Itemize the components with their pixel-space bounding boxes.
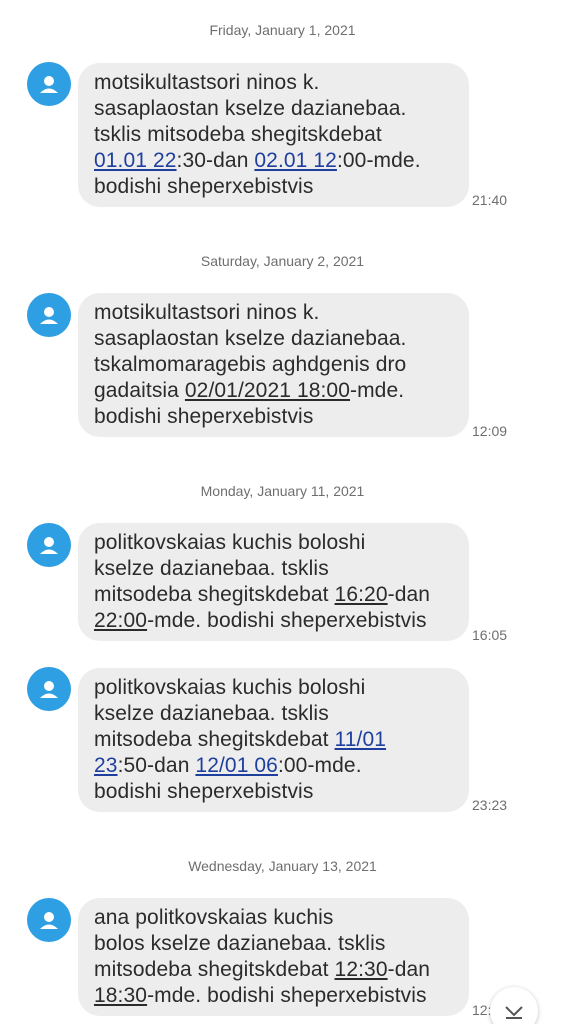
message-line: kselze dazianebaa. tsklis bbox=[94, 556, 453, 582]
message-line: mitsodeba shegitskdebat 16:20-dan bbox=[94, 582, 453, 608]
message-text: kselze dazianebaa. tsklis bbox=[94, 557, 329, 580]
message-bubble[interactable]: politkovskaias kuchis boloshi kselze dazi… bbox=[78, 668, 469, 812]
message-line: ana politkovskaias kuchis bbox=[94, 905, 453, 931]
sender-avatar[interactable] bbox=[27, 293, 71, 337]
message-text: bolos kselze dazianebaa. tsklis bbox=[94, 932, 386, 955]
date-separator: Wednesday, January 13, 2021 bbox=[188, 858, 377, 874]
message-line: bolos kselze dazianebaa. tsklis bbox=[94, 931, 453, 957]
message-text: kselze dazianebaa. tsklis bbox=[94, 702, 329, 725]
message-timestamp: 16:05 bbox=[472, 627, 508, 643]
datetime-link[interactable]: 12/01 06 bbox=[195, 754, 278, 777]
message-text: sasaplaostan kselze dazianebaa. bbox=[94, 327, 407, 350]
message-timestamp: 12:09 bbox=[472, 423, 508, 439]
person-icon bbox=[40, 912, 58, 929]
datetime-link[interactable]: 22:00 bbox=[94, 609, 147, 632]
sender-avatar[interactable] bbox=[27, 667, 71, 711]
message-line: 18:30-mde. bodishi sheperxebistvis bbox=[94, 983, 453, 1009]
message-line: bodishi sheperxebistvis bbox=[94, 779, 453, 805]
message-text: gadaitsia bbox=[94, 379, 185, 402]
message-text: -dan bbox=[387, 583, 431, 606]
datetime-link[interactable]: 16:20 bbox=[335, 583, 388, 606]
message-bubble[interactable]: politkovskaias kuchis boloshi kselze dazi… bbox=[78, 523, 469, 641]
message-line: sasaplaostan kselze dazianebaa. bbox=[94, 96, 453, 122]
message-text: bodishi sheperxebistvis bbox=[94, 405, 314, 428]
message-timestamp: 23:23 bbox=[472, 797, 508, 813]
message-line: tsklis mitsodeba shegitskdebat bbox=[94, 122, 453, 148]
message-text: motsikultastsori ninos k. bbox=[94, 301, 320, 324]
scroll-to-bottom-button[interactable] bbox=[490, 987, 538, 1024]
message-line: bodishi sheperxebistvis bbox=[94, 174, 453, 200]
chevron-down-icon bbox=[505, 1006, 523, 1019]
message-line: motsikultastsori ninos k. bbox=[94, 300, 453, 326]
message-bubble[interactable]: ana politkovskaias kuchis bolos kselze da… bbox=[78, 898, 469, 1016]
message-text: mitsodeba shegitskdebat bbox=[94, 583, 335, 606]
message-text: -mde. bodishi sheperxebistvis bbox=[147, 609, 427, 632]
sender-avatar[interactable] bbox=[27, 898, 71, 942]
datetime-link[interactable]: 23 bbox=[94, 754, 118, 777]
message-line: mitsodeba shegitskdebat 11/01 bbox=[94, 727, 453, 753]
message-text: bodishi sheperxebistvis bbox=[94, 780, 314, 803]
date-separator: Friday, January 1, 2021 bbox=[209, 22, 356, 38]
datetime-link[interactable]: 01.01 22 bbox=[94, 149, 177, 172]
message-line: politkovskaias kuchis boloshi bbox=[94, 530, 453, 556]
datetime-link[interactable]: 18:30 bbox=[94, 984, 147, 1007]
message-text: politkovskaias kuchis boloshi bbox=[94, 676, 366, 699]
message-line: 22:00-mde. bodishi sheperxebistvis bbox=[94, 608, 453, 634]
message-text: :00-mde. bbox=[277, 754, 362, 777]
message-line: motsikultastsori ninos k. bbox=[94, 70, 453, 96]
date-separator: Monday, January 11, 2021 bbox=[200, 483, 365, 499]
person-icon bbox=[40, 76, 58, 93]
message-text: :00-mde. bbox=[336, 149, 421, 172]
message-bubble[interactable]: motsikultastsori ninos k. sasaplaostan ks… bbox=[78, 293, 469, 437]
datetime-link[interactable]: 12:30 bbox=[335, 958, 388, 981]
person-icon bbox=[40, 537, 58, 554]
message-text: -mde. bodishi sheperxebistvis bbox=[147, 984, 427, 1007]
message-text: tskalmomaragebis aghdgenis dro bbox=[94, 353, 407, 376]
message-text: bodishi sheperxebistvis bbox=[94, 175, 314, 198]
person-icon bbox=[40, 307, 58, 324]
datetime-link[interactable]: 02.01 12 bbox=[254, 149, 337, 172]
sender-avatar[interactable] bbox=[27, 523, 71, 567]
message-bubble[interactable]: motsikultastsori ninos k. sasaplaostan ks… bbox=[78, 63, 469, 207]
message-text: mitsodeba shegitskdebat bbox=[94, 958, 335, 981]
message-thread[interactable]: Friday, January 1, 2021 Saturday, Januar… bbox=[0, 0, 565, 1024]
message-line: 23:50-dan 12/01 06:00-mde. bbox=[94, 753, 453, 779]
message-line: 01.01 22:30-dan 02.01 12:00-mde. bbox=[94, 148, 453, 174]
message-line: tskalmomaragebis aghdgenis dro bbox=[94, 352, 453, 378]
message-text: :50-dan bbox=[117, 754, 196, 777]
message-timestamp: 21:40 bbox=[472, 192, 508, 208]
date-separator: Saturday, January 2, 2021 bbox=[200, 253, 365, 269]
message-text: mitsodeba shegitskdebat bbox=[94, 728, 335, 751]
message-line: mitsodeba shegitskdebat 12:30-dan bbox=[94, 957, 453, 983]
datetime-link[interactable]: 02/01/2021 18:00 bbox=[185, 379, 350, 402]
message-line: politkovskaias kuchis boloshi bbox=[94, 675, 453, 701]
message-text: tsklis mitsodeba shegitskdebat bbox=[94, 123, 382, 146]
message-text: ana politkovskaias kuchis bbox=[94, 906, 334, 929]
message-text: -mde. bbox=[350, 379, 405, 402]
message-text: :30-dan bbox=[176, 149, 255, 172]
sender-avatar[interactable] bbox=[27, 62, 71, 106]
message-timestamp: 12: bbox=[472, 1002, 492, 1018]
message-text: sasaplaostan kselze dazianebaa. bbox=[94, 97, 407, 120]
message-text: politkovskaias kuchis boloshi bbox=[94, 531, 366, 554]
datetime-link[interactable]: 11/01 bbox=[335, 728, 387, 751]
message-text: motsikultastsori ninos k. bbox=[94, 71, 320, 94]
message-line: sasaplaostan kselze dazianebaa. bbox=[94, 326, 453, 352]
person-icon bbox=[40, 681, 58, 698]
message-line: kselze dazianebaa. tsklis bbox=[94, 701, 453, 727]
message-text: -dan bbox=[387, 958, 431, 981]
message-line: gadaitsia 02/01/2021 18:00-mde. bbox=[94, 378, 453, 404]
message-line: bodishi sheperxebistvis bbox=[94, 404, 453, 430]
